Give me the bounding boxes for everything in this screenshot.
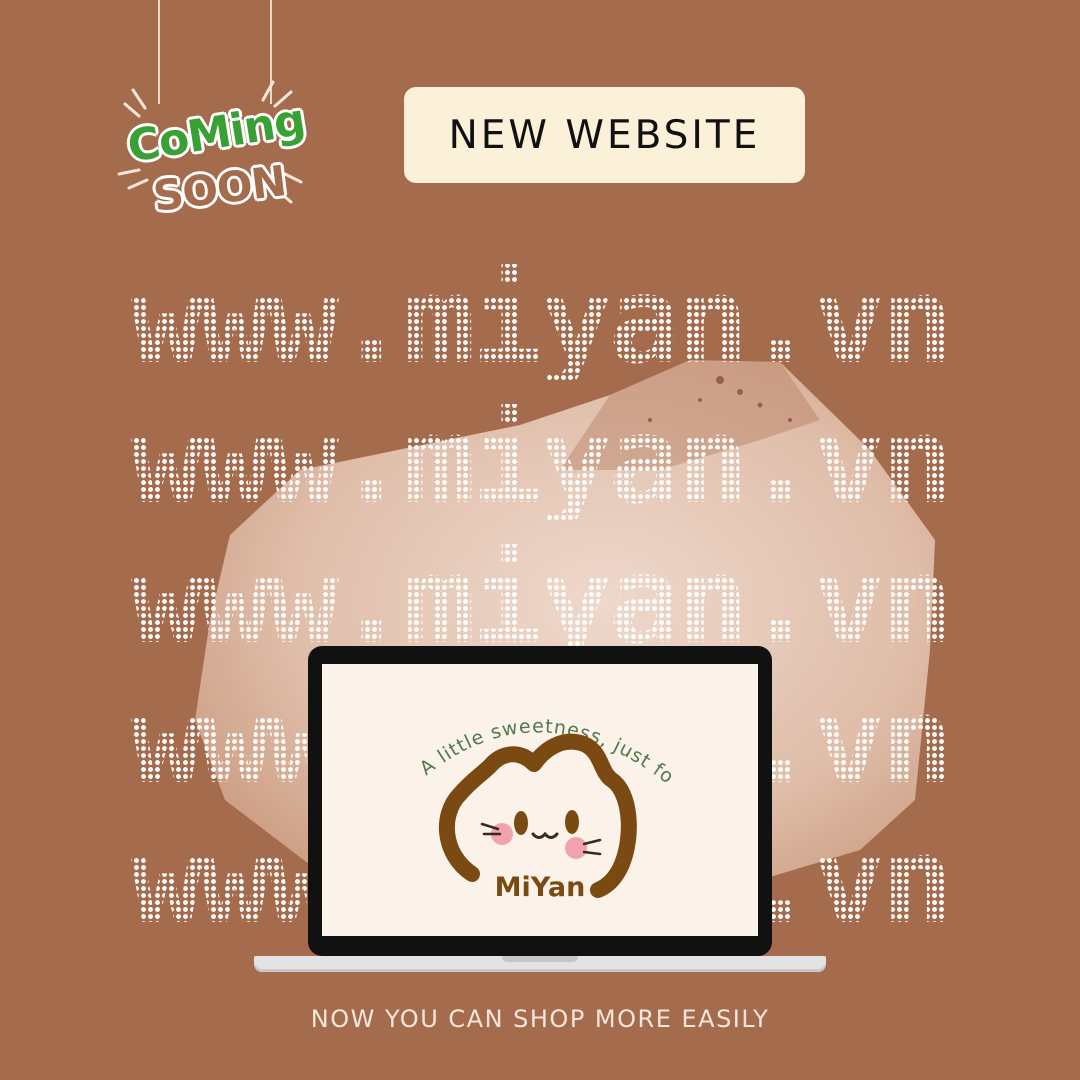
laptop-notch bbox=[502, 956, 578, 962]
miyan-logo: A little sweetness, just for you MiYan bbox=[322, 664, 678, 903]
url-line: www.miyan.vn bbox=[0, 262, 1080, 382]
url-line: www.miyan.vn bbox=[0, 542, 1080, 662]
url-line: www.miyan.vn bbox=[0, 402, 1080, 522]
footer-text: NOW YOU CAN SHOP MORE EASILY bbox=[310, 1005, 770, 1033]
tagline: A little sweetness, just for you bbox=[322, 664, 678, 789]
cat-face-icon bbox=[438, 733, 637, 898]
new-website-label: NEW WEBSITE bbox=[404, 87, 805, 183]
coming-soon-badge: CoMing SOON bbox=[105, 70, 320, 225]
brand-name: MiYan bbox=[495, 872, 586, 903]
